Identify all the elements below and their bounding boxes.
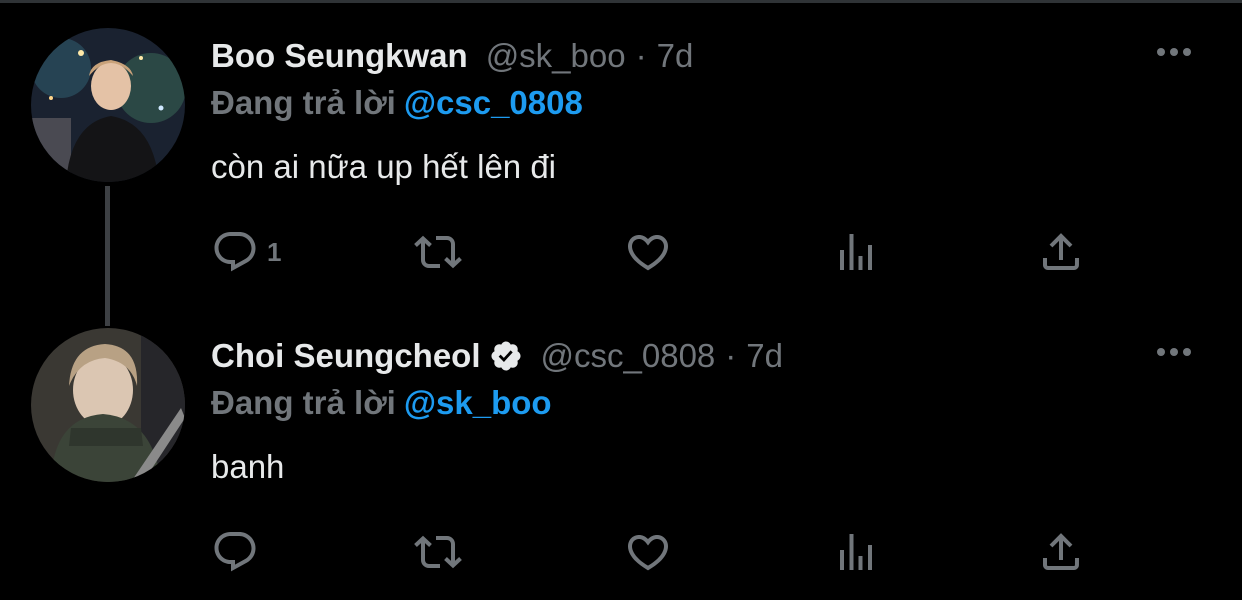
like-button[interactable] [624,222,672,282]
user-handle[interactable]: @sk_boo [486,37,626,75]
like-button[interactable] [624,522,672,582]
display-name[interactable]: Boo Seungkwan [211,37,468,75]
retweet-icon [414,235,462,269]
reply-icon [214,232,256,272]
mention-link[interactable]: @sk_boo [404,384,552,421]
share-icon [1043,533,1079,570]
tweet-text: banh [211,448,285,485]
mention-link[interactable]: @csc_0808 [404,84,583,121]
reply-button[interactable]: 1 [211,222,281,282]
verified-badge-icon [490,341,521,371]
display-name[interactable]: Choi Seungcheol [211,337,481,375]
tweet-text: còn ai nữa up hết lên đi [211,148,557,185]
replying-to: Đang trả lời @sk_boo [211,384,552,422]
timestamp[interactable]: 7d [746,337,783,375]
avatar[interactable] [31,328,185,482]
action-bar: 1 [211,222,1111,282]
reply-count: 1 [267,236,282,267]
timestamp[interactable]: 7d [657,37,694,75]
separator-dot: · [635,37,647,74]
replying-to: Đang trả lời @csc_0808 [211,84,583,122]
reply-button[interactable] [211,522,267,582]
like-icon [627,235,669,271]
replying-to-label: Đang trả lời [211,384,396,421]
replying-to-label: Đang trả lời [211,84,396,121]
share-button[interactable] [1037,522,1085,582]
share-button[interactable] [1037,222,1085,282]
more-icon[interactable] [1154,40,1194,64]
more-icon[interactable] [1154,340,1194,364]
tweet[interactable]: Choi Seungcheol @csc_0808 · 7d Đang trả … [0,300,1242,600]
like-icon [627,535,669,571]
views-button[interactable] [832,522,880,582]
tweet[interactable]: Boo Seungkwan @sk_boo · 7d Đang trả lời @… [0,0,1242,300]
retweet-button[interactable] [414,522,462,582]
views-icon [840,234,872,270]
share-icon [1043,233,1079,270]
reply-icon [214,532,256,572]
views-icon [840,534,872,570]
avatar[interactable] [31,28,185,182]
retweet-icon [414,535,462,569]
user-handle[interactable]: @csc_0808 [541,337,716,375]
retweet-button[interactable] [414,222,462,282]
views-button[interactable] [832,222,880,282]
separator-dot: · [725,337,737,374]
action-bar [211,522,1111,582]
